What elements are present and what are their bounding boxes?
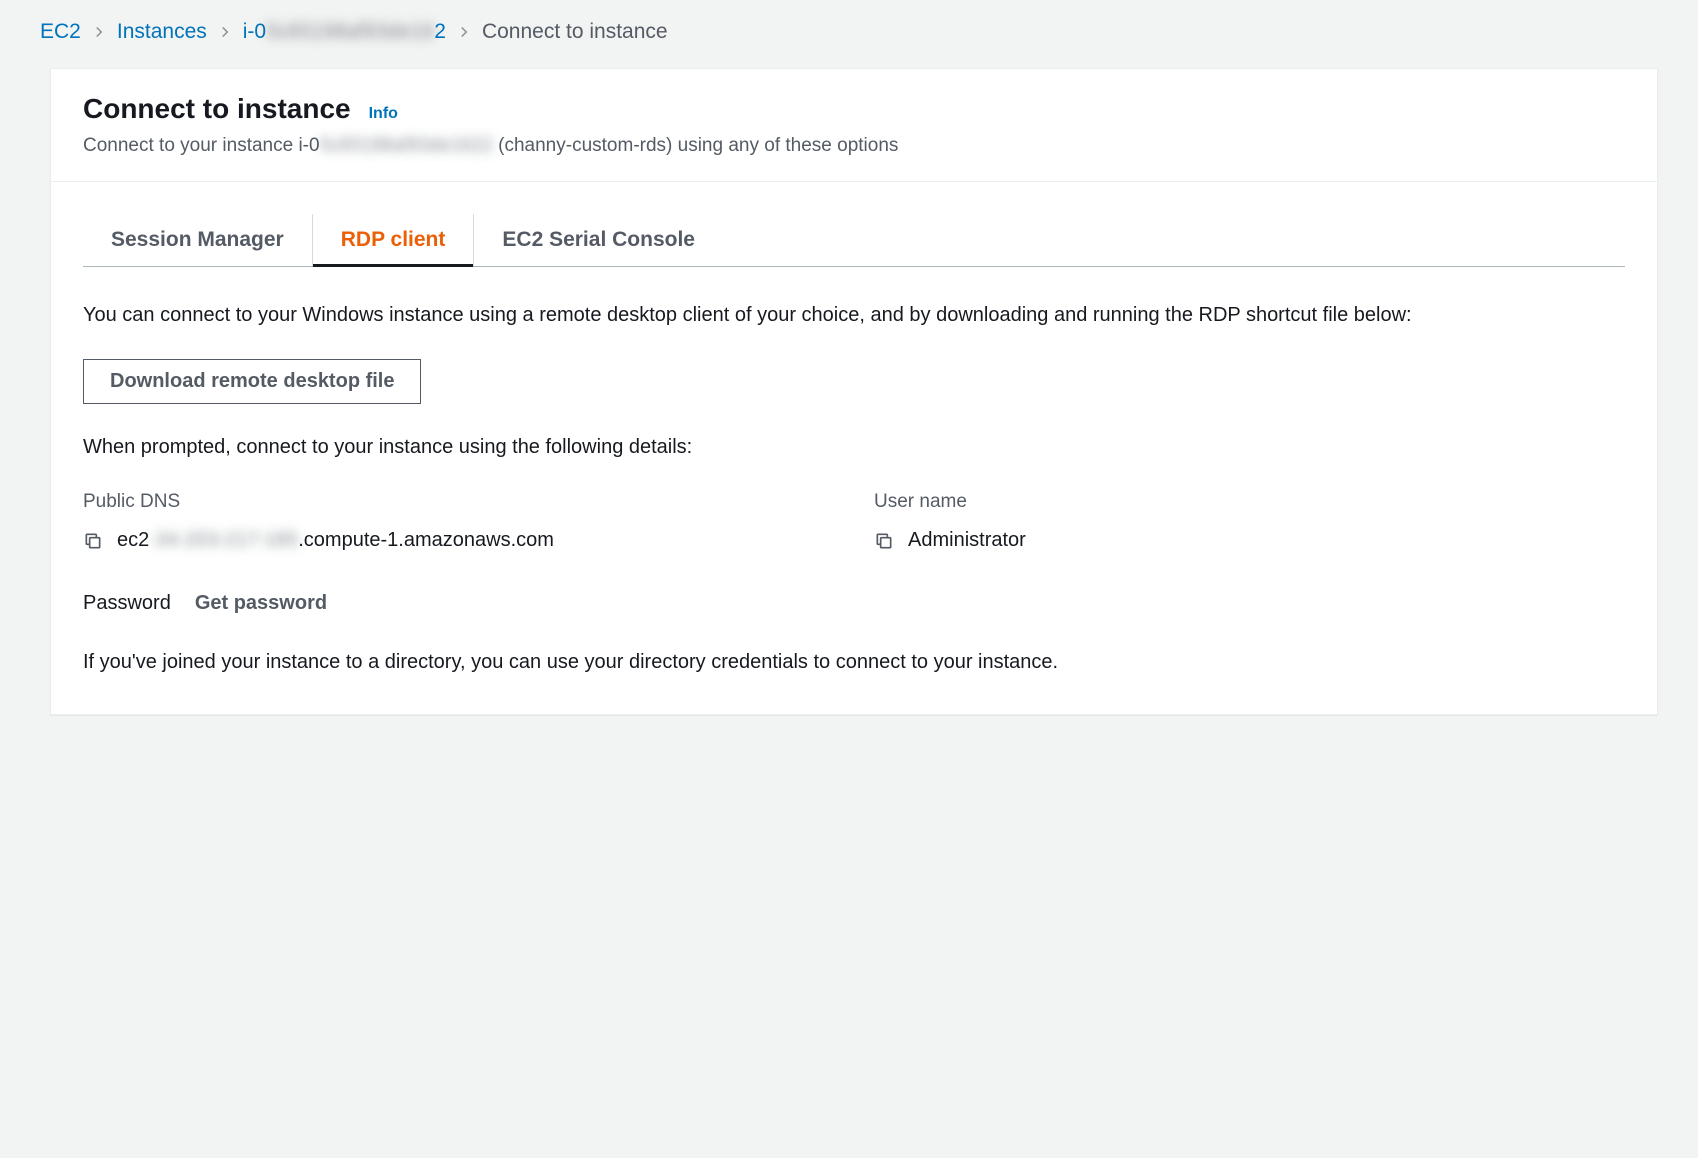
user-name-label: User name bbox=[874, 491, 1625, 513]
directory-note: If you've joined your instance to a dire… bbox=[83, 651, 1625, 674]
copy-icon[interactable] bbox=[83, 531, 103, 551]
tab-rdp-client[interactable]: RDP client bbox=[313, 214, 475, 266]
user-name-value: Administrator bbox=[908, 529, 1026, 552]
connect-panel: Connect to instance Info Connect to your… bbox=[50, 68, 1658, 715]
user-name-col: User name Administrator bbox=[874, 491, 1625, 552]
download-rdp-button[interactable]: Download remote desktop file bbox=[83, 359, 421, 404]
copy-icon[interactable] bbox=[874, 531, 894, 551]
get-password-link[interactable]: Get password bbox=[195, 592, 327, 615]
breadcrumb: EC2 Instances i-05c65198af93de162 Connec… bbox=[40, 20, 1658, 44]
page-title: Connect to instance bbox=[83, 93, 351, 125]
tab-session-manager[interactable]: Session Manager bbox=[83, 214, 313, 266]
instance-id-prefix: i-0 bbox=[243, 20, 266, 43]
password-row: Password Get password bbox=[83, 592, 1625, 615]
info-link[interactable]: Info bbox=[369, 105, 398, 123]
instance-id-redacted: 5c65198af93de16 bbox=[266, 20, 434, 43]
tabs: Session Manager RDP client EC2 Serial Co… bbox=[83, 214, 1625, 267]
subtitle-suffix: (channy-custom-rds) using any of these o… bbox=[493, 135, 899, 156]
chevron-right-icon bbox=[219, 22, 231, 43]
public-dns-value: ec2-34-203-217-185.compute-1.amazonaws.c… bbox=[117, 529, 554, 552]
subtitle-prefix: Connect to your instance i-0 bbox=[83, 135, 320, 156]
breadcrumb-current: Connect to instance bbox=[482, 20, 668, 44]
dns-suffix: .compute-1.amazonaws.com bbox=[298, 529, 554, 551]
panel-subtitle: Connect to your instance i-05c65198af93d… bbox=[83, 135, 1625, 157]
breadcrumb-instance-id[interactable]: i-05c65198af93de162 bbox=[243, 20, 446, 44]
breadcrumb-ec2[interactable]: EC2 bbox=[40, 20, 81, 44]
public-dns-col: Public DNS ec2-34-203-217-185.compute-1.… bbox=[83, 491, 834, 552]
breadcrumb-instances[interactable]: Instances bbox=[117, 20, 207, 44]
panel-header: Connect to instance Info Connect to your… bbox=[51, 69, 1657, 182]
connection-details: Public DNS ec2-34-203-217-185.compute-1.… bbox=[83, 491, 1625, 552]
chevron-right-icon bbox=[458, 22, 470, 43]
tab-serial-console[interactable]: EC2 Serial Console bbox=[474, 214, 723, 266]
password-label: Password bbox=[83, 592, 171, 615]
dns-redacted: -34-203-217-185 bbox=[149, 529, 298, 551]
dns-prefix: ec2 bbox=[117, 529, 149, 551]
public-dns-label: Public DNS bbox=[83, 491, 834, 513]
subtitle-redacted: 5c65198af93de1622 bbox=[320, 135, 493, 156]
rdp-description: You can connect to your Windows instance… bbox=[83, 299, 1625, 331]
panel-body: Session Manager RDP client EC2 Serial Co… bbox=[51, 182, 1657, 714]
instance-id-suffix: 2 bbox=[434, 20, 446, 43]
chevron-right-icon bbox=[93, 22, 105, 43]
connect-prompt: When prompted, connect to your instance … bbox=[83, 436, 1625, 459]
